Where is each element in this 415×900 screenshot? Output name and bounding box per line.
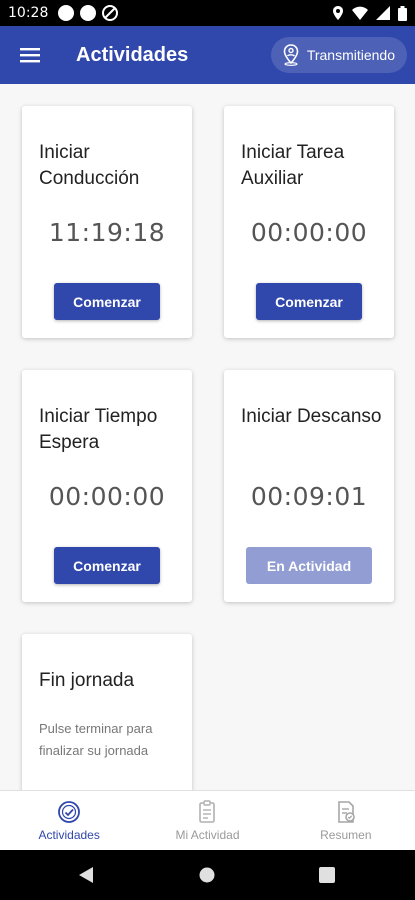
card-timer: 00:09:01 bbox=[250, 482, 368, 511]
bottom-navigation: Actividades Mi Actividad Resumen bbox=[0, 790, 415, 850]
card-end-workday: Fin jornada Pulse terminar para finaliza… bbox=[22, 634, 192, 790]
nav-item-actividades[interactable]: Actividades bbox=[0, 791, 138, 850]
card-rest: Iniciar Descanso 00:09:01 En Actividad bbox=[224, 370, 394, 602]
back-icon[interactable] bbox=[78, 866, 94, 884]
battery-icon bbox=[398, 5, 407, 21]
card-timer: 00:00:00 bbox=[48, 482, 166, 511]
card-title: Iniciar Tarea Auxiliar bbox=[241, 142, 345, 189]
page-title: Actividades bbox=[76, 43, 189, 66]
notification-icon bbox=[80, 5, 97, 21]
card-title: Fin jornada bbox=[39, 670, 135, 691]
start-driving-button[interactable]: Comenzar bbox=[54, 283, 160, 320]
hamburger-menu-icon bbox=[20, 48, 40, 63]
app-bar: Actividades Transmitiendo bbox=[0, 26, 415, 84]
nav-item-mi-actividad[interactable]: Mi Actividad bbox=[138, 791, 276, 850]
system-navigation-bar bbox=[0, 850, 415, 900]
data-saver-icon bbox=[102, 5, 119, 21]
card-timer: 11:19:18 bbox=[48, 218, 166, 247]
card-title: Iniciar Conducción bbox=[39, 142, 140, 189]
notification-icon bbox=[58, 5, 75, 21]
status-time: 10:28 bbox=[8, 5, 49, 21]
location-icon bbox=[333, 6, 343, 20]
activities-grid: Iniciar Conducción 11:19:18 Comenzar Ini… bbox=[0, 84, 415, 790]
card-wait-time: Iniciar Tiempo Espera 00:00:00 Comenzar bbox=[22, 370, 192, 602]
card-auxiliary-task: Iniciar Tarea Auxiliar 00:00:00 Comenzar bbox=[224, 106, 394, 338]
menu-button[interactable] bbox=[0, 26, 60, 84]
wifi-icon bbox=[352, 6, 368, 20]
transmit-status-button[interactable]: Transmitiendo bbox=[270, 37, 407, 73]
card-title: Iniciar Tiempo Espera bbox=[39, 406, 158, 453]
start-wait-time-button[interactable]: Comenzar bbox=[54, 547, 160, 584]
clock-check-icon bbox=[58, 800, 81, 823]
card-title: Iniciar Descanso bbox=[241, 406, 382, 427]
status-bar: 10:28 bbox=[0, 0, 415, 26]
nav-label: Mi Actividad bbox=[175, 827, 240, 842]
card-driving: Iniciar Conducción 11:19:18 Comenzar bbox=[22, 106, 192, 338]
nav-item-resumen[interactable]: Resumen bbox=[277, 791, 415, 850]
start-auxiliary-task-button[interactable]: Comenzar bbox=[256, 283, 362, 320]
card-description: Pulse terminar para finalizar su jornada bbox=[39, 721, 153, 758]
location-person-icon bbox=[283, 44, 299, 66]
card-timer: 00:00:00 bbox=[250, 218, 368, 247]
transmit-label: Transmitiendo bbox=[306, 47, 395, 63]
nav-label: Actividades bbox=[38, 827, 100, 842]
document-icon bbox=[338, 800, 355, 823]
in-activity-button[interactable]: En Actividad bbox=[246, 547, 372, 584]
home-icon[interactable] bbox=[199, 867, 215, 883]
recents-icon[interactable] bbox=[319, 867, 335, 883]
signal-icon bbox=[376, 6, 390, 20]
clipboard-icon bbox=[199, 799, 216, 823]
nav-label: Resumen bbox=[320, 827, 372, 842]
